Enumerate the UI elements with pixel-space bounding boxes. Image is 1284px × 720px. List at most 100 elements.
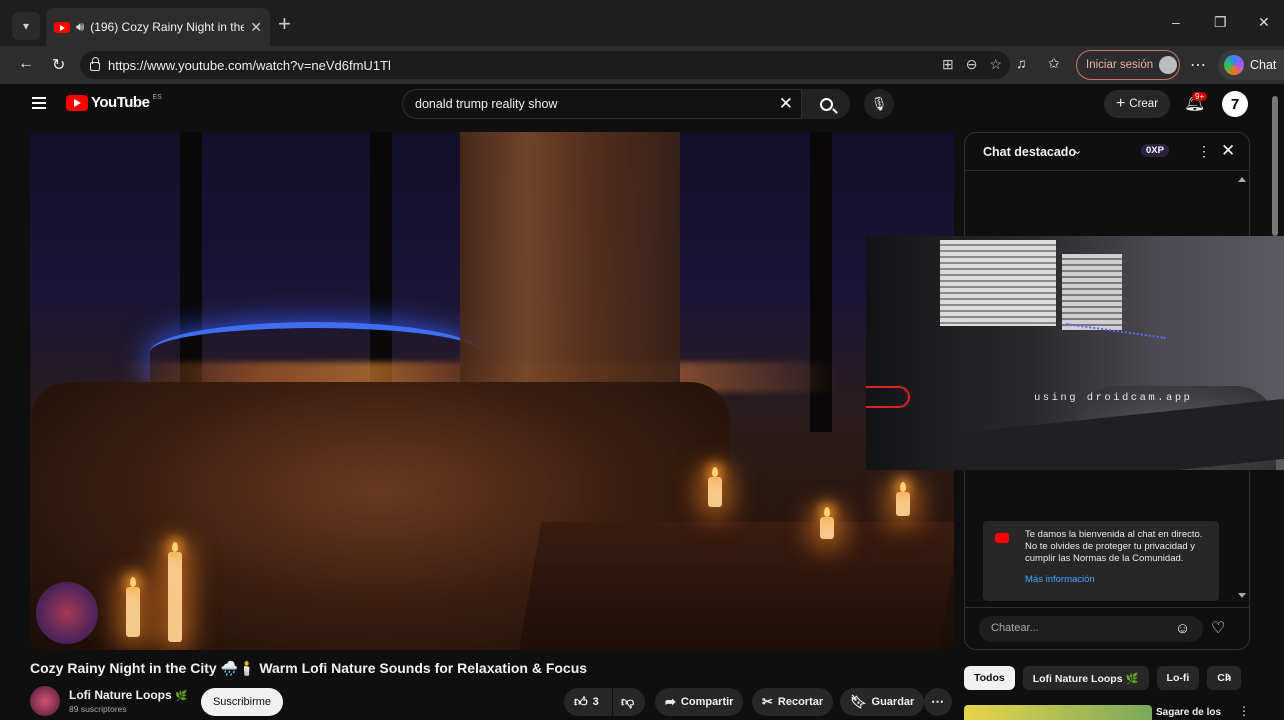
chip-lofi[interactable]: Lo-fi xyxy=(1156,666,1200,690)
scroll-up-icon[interactable] xyxy=(1238,177,1246,182)
more-icon[interactable]: ⋮ xyxy=(1238,704,1250,718)
candle-flame xyxy=(172,542,178,552)
points-badge[interactable]: 0XP xyxy=(1141,144,1169,157)
lock-icon xyxy=(90,57,100,71)
tab-title: (196) Cozy Rainy Night in the xyxy=(90,20,245,34)
tab-close-icon[interactable]: ✕ xyxy=(250,19,262,36)
channel-watermark[interactable] xyxy=(36,582,98,644)
signin-button[interactable]: Iniciar sesión xyxy=(1076,50,1180,80)
app-available-icon[interactable]: ⊞ xyxy=(942,56,954,73)
menu-icon[interactable] xyxy=(32,97,46,109)
tab-list-button[interactable]: ▾ xyxy=(12,12,40,40)
subscriber-count: 89 suscriptores xyxy=(69,704,127,714)
zoom-icon[interactable]: ⊖ xyxy=(966,56,978,73)
favorite-star-icon[interactable]: ☆ xyxy=(989,56,1002,73)
create-label: Crear xyxy=(1129,98,1159,110)
like-button[interactable]: 👍︎ 3 xyxy=(564,688,612,716)
reload-icon[interactable]: ↻ xyxy=(52,55,65,75)
channel-avatar[interactable] xyxy=(30,686,60,716)
share-icon: ➦ xyxy=(665,694,676,709)
scroll-down-icon[interactable] xyxy=(1238,593,1246,598)
more-actions-button[interactable]: ⋯ xyxy=(924,688,952,716)
thumbs-up-icon: 👍︎ xyxy=(574,694,588,709)
dislike-button[interactable]: 👎︎ xyxy=(613,688,645,716)
recommendation-title[interactable]: Sagare de los xyxy=(1156,707,1221,718)
youtube-logo[interactable]: YouTube ES xyxy=(66,94,162,111)
notification-badge: 9+ xyxy=(1192,92,1208,101)
share-label: Compartir xyxy=(680,696,734,708)
emoji-icon[interactable]: ☺ xyxy=(1175,620,1190,637)
chip-partial[interactable]: Ch xyxy=(1207,666,1242,690)
plus-icon: + xyxy=(1115,95,1126,112)
speaker-icon[interactable]: 🔊︎ xyxy=(76,19,84,35)
share-button[interactable]: ➦ Compartir xyxy=(655,688,744,716)
bookmark-icon: 🔖︎ xyxy=(850,694,867,709)
url-text[interactable]: https://www.youtube.com/watch?v=neVd6fmU… xyxy=(108,58,391,73)
droidcam-watermark: using droidcam.app xyxy=(1034,392,1193,404)
welcome-text: Te damos la bienvenida al chat en direct… xyxy=(1025,529,1203,564)
chat-input-row: Chatear... ☺ ♡ xyxy=(965,607,1249,651)
close-chat-icon[interactable]: ✕ xyxy=(1221,141,1235,161)
chevron-down-icon: ▾ xyxy=(22,19,30,33)
chevron-right-icon[interactable]: › xyxy=(1226,668,1231,686)
chevron-down-icon[interactable]: ⌄ xyxy=(1073,144,1082,157)
close-window-button[interactable]: ✕ xyxy=(1258,14,1270,31)
extensions-icon[interactable]: ♫ xyxy=(1016,55,1027,71)
coffee-table xyxy=(518,522,954,650)
window-blind xyxy=(940,240,1056,326)
subscribe-button[interactable]: Suscribirme xyxy=(201,688,283,716)
heart-icon[interactable]: ♡ xyxy=(1211,618,1225,638)
save-button[interactable]: 🔖︎ Guardar xyxy=(840,688,925,716)
video-player[interactable] xyxy=(30,132,954,650)
address-bar[interactable]: https://www.youtube.com/watch?v=neVd6fmU… xyxy=(80,51,1010,79)
youtube-icon xyxy=(995,533,1009,543)
more-options-icon[interactable]: ⋮ xyxy=(1197,143,1211,160)
save-label: Guardar xyxy=(871,696,915,708)
chat-mode-title[interactable]: Chat destacado xyxy=(983,145,1076,159)
clip-label: Recortar xyxy=(777,696,824,708)
browser-tab-active[interactable]: 🔊︎ (196) Cozy Rainy Night in the ✕ xyxy=(46,8,270,46)
clear-search-icon[interactable]: ✕ xyxy=(779,94,793,114)
maximize-button[interactable]: ❐ xyxy=(1214,14,1227,31)
candle xyxy=(168,552,182,642)
candle xyxy=(820,517,834,539)
clip-button[interactable]: ✂ Recortar xyxy=(752,688,834,716)
candle xyxy=(126,587,140,637)
video-title: Cozy Rainy Night in the City 🌧️🕯️ Warm L… xyxy=(30,660,588,676)
more-icon: ⋯ xyxy=(931,694,944,709)
chip-all[interactable]: Todos xyxy=(964,666,1015,690)
new-tab-button[interactable]: + xyxy=(278,12,291,36)
red-light xyxy=(866,386,910,408)
youtube-header: YouTube ES donald trump reality show ✕ 🎙… xyxy=(12,84,1274,126)
chip-channel[interactable]: Lofi Nature Loops 🌿 xyxy=(1022,666,1149,690)
recommendation-thumbnail[interactable] xyxy=(964,705,1152,720)
more-menu-icon[interactable]: ⋯ xyxy=(1190,55,1206,75)
minimize-button[interactable]: – xyxy=(1172,14,1180,30)
candle-flame xyxy=(130,577,136,587)
search-input[interactable]: donald trump reality show ✕ xyxy=(402,89,802,119)
window-blind xyxy=(1062,254,1122,330)
chat-input[interactable]: Chatear... xyxy=(979,616,1203,642)
youtube-favicon-icon xyxy=(54,21,70,33)
search-icon xyxy=(819,97,833,111)
back-arrow-icon[interactable]: ← xyxy=(18,55,34,73)
more-info-link[interactable]: Más información xyxy=(1025,574,1095,585)
search-query[interactable]: donald trump reality show xyxy=(415,97,779,111)
create-button[interactable]: + Crear xyxy=(1104,90,1170,118)
candle xyxy=(896,492,910,516)
like-count: 3 xyxy=(592,696,599,708)
copilot-icon xyxy=(1224,55,1244,75)
profile-avatar[interactable]: 7 xyxy=(1222,91,1248,117)
scissors-icon: ✂ xyxy=(762,694,773,709)
copilot-chat-label: Chat xyxy=(1250,58,1277,72)
browser-tabstrip: ▾ 🔊︎ (196) Cozy Rainy Night in the ✕ + –… xyxy=(0,0,1284,46)
favorites-icon[interactable]: ✩ xyxy=(1048,55,1060,72)
page-scrollbar[interactable] xyxy=(1272,96,1278,236)
copilot-chat-button[interactable]: Chat xyxy=(1218,50,1284,80)
youtube-play-icon xyxy=(66,94,88,111)
candle-flame xyxy=(712,467,718,477)
search-button[interactable] xyxy=(802,89,850,119)
microphone-icon[interactable]: 🎙︎ xyxy=(864,89,894,119)
channel-name[interactable]: Lofi Nature Loops 🌿 xyxy=(69,688,187,702)
leaf-icon: 🌿 xyxy=(175,691,188,702)
